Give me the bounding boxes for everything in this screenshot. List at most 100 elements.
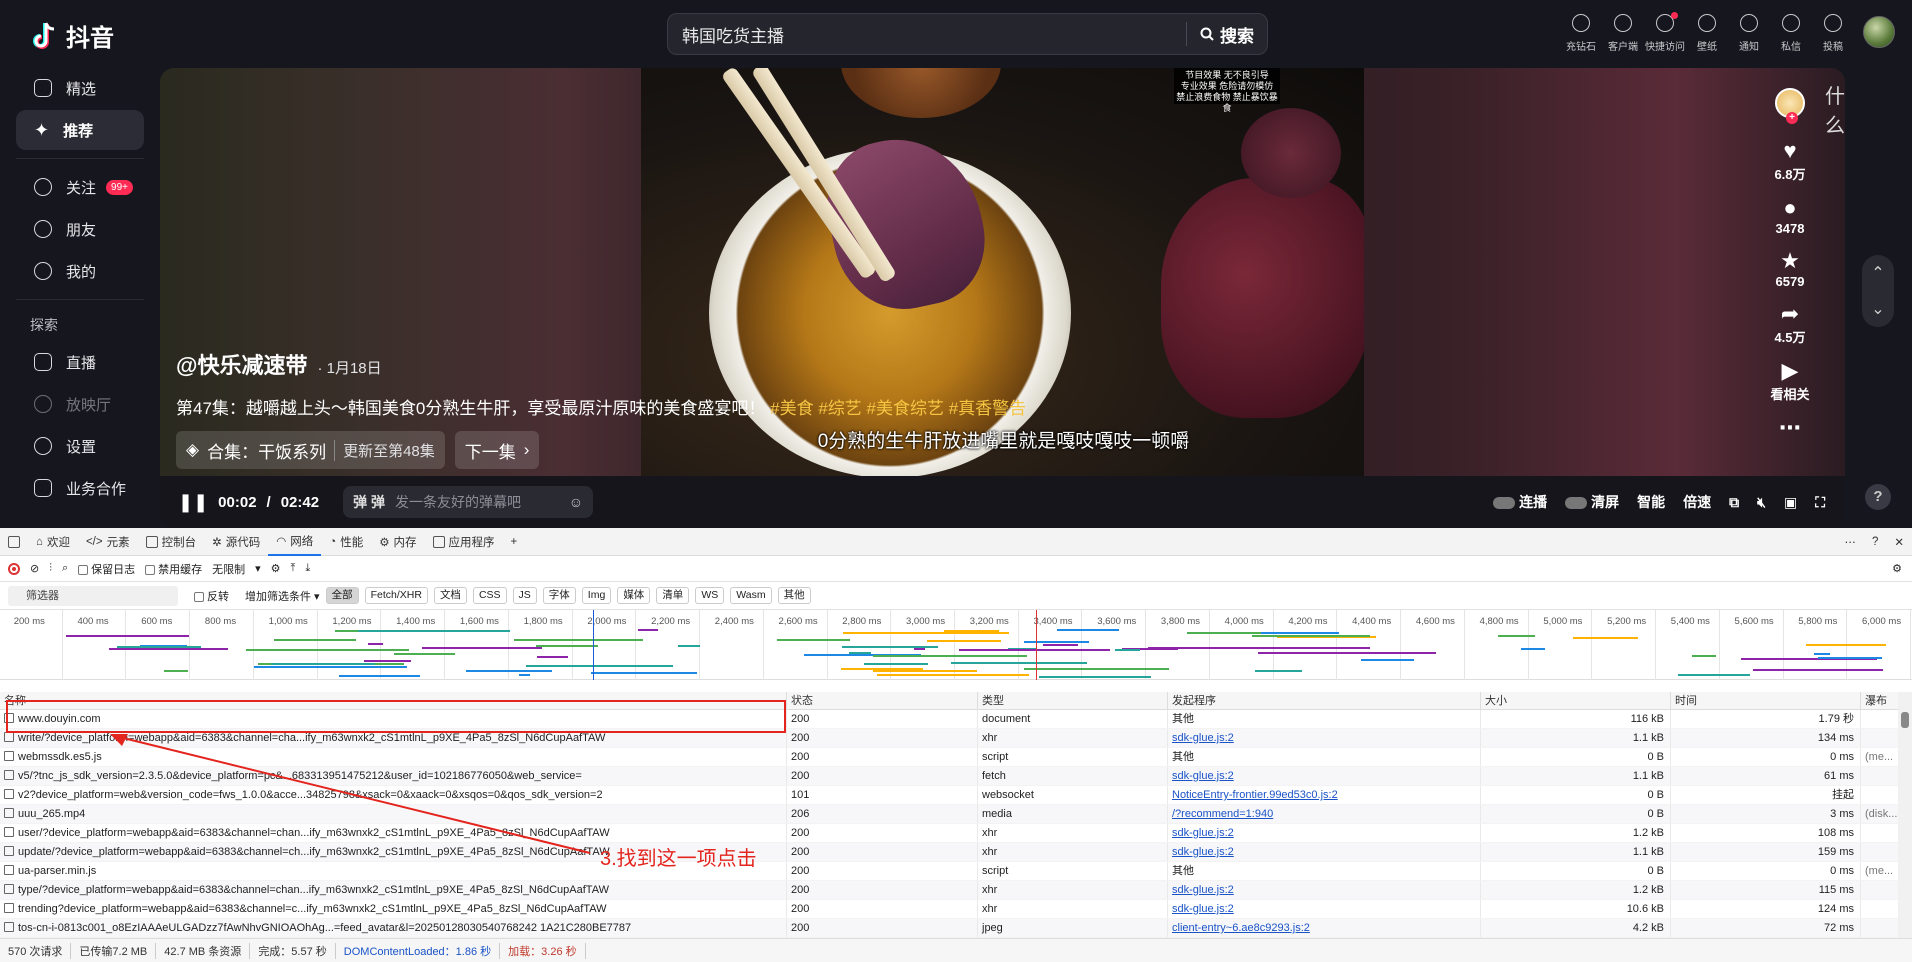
initiator-link[interactable]: sdk-glue.js:2 bbox=[1172, 827, 1234, 839]
type-filter-css[interactable]: CSS bbox=[472, 587, 507, 604]
clear-screen-toggle[interactable]: 清屏 bbox=[1565, 492, 1619, 512]
speed-button[interactable]: 倍速 bbox=[1683, 492, 1711, 512]
sidebar-item-cinema[interactable]: 放映厅 bbox=[0, 384, 160, 424]
sidebar-item-mine[interactable]: 我的 bbox=[0, 251, 160, 291]
chevron-up-icon[interactable]: ⌃ bbox=[1871, 263, 1884, 283]
download-icon[interactable]: ⤓ bbox=[305, 562, 310, 575]
cell-initiator[interactable]: sdk-glue.js:2 bbox=[1168, 843, 1481, 861]
video-tag[interactable]: #综艺 bbox=[818, 399, 861, 418]
column-header-initiator[interactable]: 发起程序 bbox=[1168, 692, 1481, 709]
top-action-quick-access[interactable]: 快捷访问 bbox=[1644, 12, 1686, 53]
chevron-down-icon[interactable]: ▾ bbox=[255, 562, 261, 575]
danmu-toggle-icon[interactable]: 弹 弹 bbox=[353, 492, 385, 512]
tab-network[interactable]: ◠ 网络 bbox=[268, 528, 322, 556]
douyin-logo[interactable]: 抖音 bbox=[32, 18, 114, 53]
video-tag[interactable]: #美食 bbox=[770, 399, 813, 418]
video-tag[interactable]: #美食综艺 bbox=[867, 399, 944, 418]
tab-elements[interactable]: </> 元素 bbox=[78, 528, 138, 556]
clear-icon[interactable]: ⊘ bbox=[30, 562, 39, 575]
cell-initiator[interactable]: sdk-glue.js:2 bbox=[1168, 824, 1481, 842]
favorite-button[interactable]: ★ 6579 bbox=[1776, 248, 1805, 289]
video-author[interactable]: @快乐减速带 bbox=[176, 348, 307, 380]
window-icon[interactable]: ▣ bbox=[1784, 494, 1797, 511]
more-button[interactable]: ⋯ bbox=[1779, 415, 1801, 441]
filter-input[interactable]: 筛选器 bbox=[8, 585, 178, 606]
column-header-size[interactable]: 大小 bbox=[1481, 692, 1671, 709]
next-episode-button[interactable]: 下一集 › bbox=[454, 431, 540, 469]
more-icon[interactable]: ⋯ bbox=[1836, 528, 1864, 556]
type-filter-doc[interactable]: 文档 bbox=[433, 587, 467, 604]
preserve-log-checkbox[interactable]: 保留日志 bbox=[78, 561, 135, 577]
quality-button[interactable]: 智能 bbox=[1637, 492, 1665, 512]
sidebar-item-featured[interactable]: 精选 bbox=[0, 68, 160, 108]
share-button[interactable]: ➦ 4.5万 bbox=[1774, 301, 1805, 346]
like-button[interactable]: ♥ 6.8万 bbox=[1774, 138, 1805, 183]
mute-icon[interactable]: 🔇︎ bbox=[1757, 494, 1766, 511]
user-avatar[interactable] bbox=[1863, 16, 1895, 48]
settings-icon[interactable]: ⚙ bbox=[1892, 562, 1902, 575]
sidebar-item-live[interactable]: 直播 bbox=[0, 342, 160, 382]
sidebar-item-settings[interactable]: 设置 bbox=[0, 426, 160, 466]
type-filter-ws[interactable]: WS bbox=[695, 587, 725, 604]
top-action-message[interactable]: 私信 bbox=[1770, 14, 1812, 53]
autoplay-toggle[interactable]: 连播 bbox=[1493, 492, 1547, 512]
type-filter-xhr[interactable]: Fetch/XHR bbox=[364, 587, 428, 604]
scrollbar-thumb[interactable] bbox=[1901, 712, 1909, 728]
cell-initiator[interactable]: client-entry~6.ae8c9293.js:2 bbox=[1168, 919, 1481, 937]
tab-application[interactable]: 应用程序 bbox=[425, 528, 503, 556]
cell-initiator[interactable]: sdk-glue.js:2 bbox=[1168, 729, 1481, 747]
network-conditions-icon[interactable]: ⚙ bbox=[271, 562, 281, 575]
type-filter-js[interactable]: JS bbox=[512, 587, 537, 604]
plus-icon[interactable]: + bbox=[1786, 112, 1798, 124]
close-icon[interactable]: ✕ bbox=[1886, 528, 1912, 556]
cell-initiator[interactable]: sdk-glue.js:2 bbox=[1168, 900, 1481, 918]
top-action-upload[interactable]: 投稿 bbox=[1812, 14, 1854, 53]
fullscreen-icon[interactable]: ⛶ bbox=[1815, 494, 1825, 511]
sidebar-item-recommend[interactable]: ✦ 推荐 bbox=[16, 110, 144, 150]
type-filter-manifest[interactable]: 清单 bbox=[656, 587, 690, 604]
initiator-link[interactable]: sdk-glue.js:2 bbox=[1172, 846, 1234, 858]
filter-icon[interactable]: ⫶ bbox=[49, 562, 52, 575]
collection-button[interactable]: ◈ 合集：干饭系列 更新至第48集 bbox=[176, 431, 445, 469]
cell-initiator[interactable]: sdk-glue.js:2 bbox=[1168, 767, 1481, 785]
author-avatar[interactable]: + bbox=[1775, 88, 1805, 124]
record-icon[interactable] bbox=[8, 562, 20, 575]
network-overview-timeline[interactable]: 200 ms 400 ms 600 ms 800 ms 1,000 ms 1,200 ms… bbox=[0, 610, 1912, 680]
tab-performance[interactable]: ◔ 性能 bbox=[321, 528, 371, 556]
top-action-notification[interactable]: 通知 bbox=[1728, 14, 1770, 53]
type-filter-font[interactable]: 字体 bbox=[542, 587, 576, 604]
search-bar[interactable]: 韩国吃货主播 搜索 bbox=[667, 13, 1268, 55]
top-action-wallpaper[interactable]: 壁纸 bbox=[1686, 14, 1728, 53]
cell-name[interactable]: type/?device_platform=webapp&aid=6383&ch… bbox=[0, 881, 787, 899]
type-filter-img[interactable]: Img bbox=[581, 587, 612, 604]
add-tab-button[interactable]: + bbox=[503, 528, 526, 556]
top-action-recharge[interactable]: 充钻石 bbox=[1560, 14, 1602, 53]
more-filters-dropdown[interactable]: 增加筛选条件 ▾ bbox=[245, 588, 320, 604]
related-button[interactable]: ▶ 看相关 bbox=[1770, 358, 1809, 403]
tab-console[interactable]: 控制台 bbox=[138, 528, 205, 556]
pause-icon[interactable]: ❚❚ bbox=[178, 492, 208, 513]
search-icon[interactable]: ⌕ bbox=[62, 562, 68, 575]
table-row[interactable]: tos-cn-i-0813c001_o8EzIAAAeULGADzz7fAwNh… bbox=[0, 919, 1912, 938]
initiator-link[interactable]: client-entry~6.ae8c9293.js:2 bbox=[1172, 922, 1310, 934]
danmu-input[interactable]: 弹 弹 发一条友好的弹幕吧 ☺ bbox=[343, 486, 594, 518]
help-icon[interactable]: ? bbox=[1864, 528, 1886, 556]
tab-sources[interactable]: ✲ 源代码 bbox=[204, 528, 268, 556]
search-input[interactable]: 韩国吃货主播 bbox=[668, 22, 1186, 47]
throttle-select[interactable]: 无限制 bbox=[212, 561, 245, 577]
invert-checkbox[interactable]: 反转 bbox=[194, 588, 229, 604]
initiator-link[interactable]: /?recommend=1:940 bbox=[1172, 808, 1273, 820]
table-row[interactable]: type/?device_platform=webapp&aid=6383&ch… bbox=[0, 881, 1912, 900]
table-scrollbar[interactable] bbox=[1898, 692, 1912, 938]
initiator-link[interactable]: sdk-glue.js:2 bbox=[1172, 770, 1234, 782]
video-tag[interactable]: #真香警告 bbox=[949, 399, 1026, 418]
pip-icon[interactable]: ⧉ bbox=[1729, 494, 1739, 511]
search-button[interactable]: 搜索 bbox=[1187, 14, 1267, 54]
type-filter-media[interactable]: 媒体 bbox=[617, 587, 651, 604]
device-toolbar-icon[interactable] bbox=[0, 528, 28, 556]
column-header-time[interactable]: 时间 bbox=[1671, 692, 1861, 709]
cell-name[interactable]: trending?device_platform=webapp&aid=6383… bbox=[0, 900, 787, 918]
chevron-down-icon[interactable]: ⌄ bbox=[1871, 299, 1884, 319]
tab-memory[interactable]: ⚙ 内存 bbox=[371, 528, 424, 556]
cell-name[interactable]: tos-cn-i-0813c001_o8EzIAAAeULGADzz7fAwNh… bbox=[0, 919, 787, 937]
